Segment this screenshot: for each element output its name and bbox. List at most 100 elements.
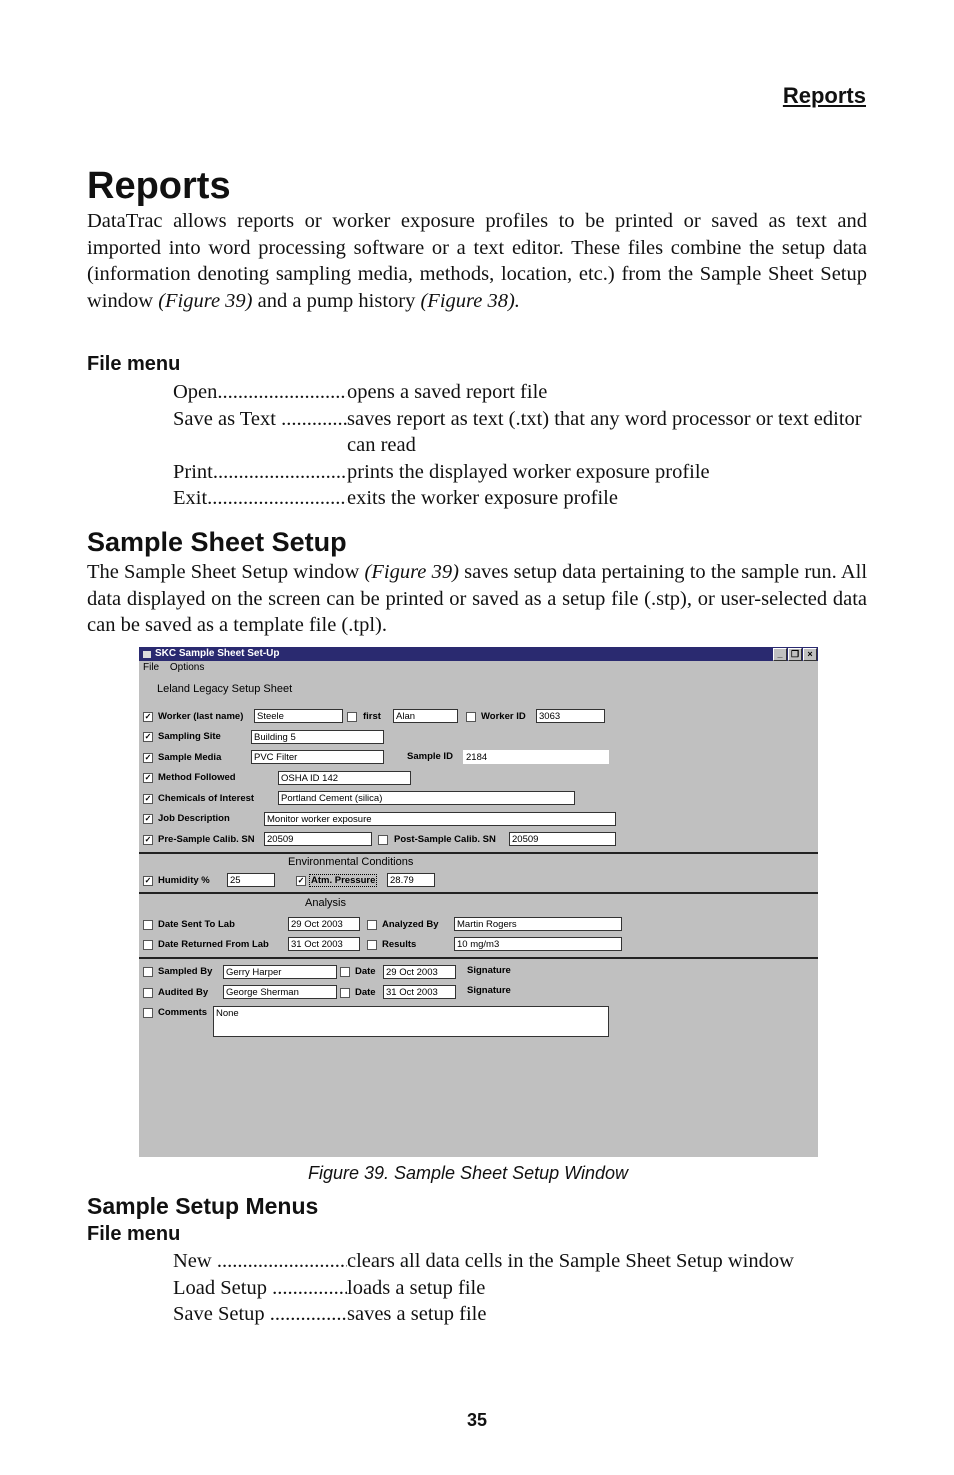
sampling-site-checkbox[interactable]: ✓ bbox=[143, 732, 153, 742]
sample-media-field[interactable]: PVC Filter bbox=[251, 750, 384, 764]
date2-checkbox[interactable] bbox=[340, 988, 350, 998]
method-field[interactable]: OSHA ID 142 bbox=[278, 771, 411, 785]
date2-field[interactable]: 31 Oct 2003 bbox=[383, 985, 456, 999]
chemicals-field[interactable]: Portland Cement (silica) bbox=[278, 791, 575, 805]
figure-ref: (Figure 39) bbox=[158, 289, 253, 312]
chemicals-label: Chemicals of Interest bbox=[158, 793, 255, 804]
date-returned-label: Date Returned From Lab bbox=[158, 939, 269, 950]
menu-item-load-setup: Load Setup loads a setup file bbox=[173, 1275, 887, 1302]
analysis-heading: Analysis bbox=[305, 897, 346, 909]
date2-label: Date bbox=[355, 987, 376, 998]
sheet-title: Leland Legacy Setup Sheet bbox=[157, 683, 293, 695]
results-label: Results bbox=[382, 939, 417, 950]
divider bbox=[139, 957, 818, 959]
post-calib-checkbox[interactable] bbox=[378, 835, 388, 845]
sample-id-label: Sample ID bbox=[407, 751, 453, 762]
setup-file-menu-list: New clears all data cells in the Sample … bbox=[173, 1248, 887, 1328]
job-label: Job Description bbox=[158, 813, 230, 824]
job-field[interactable]: Monitor worker exposure bbox=[264, 812, 616, 826]
first-label: first bbox=[363, 711, 381, 722]
sampling-site-field[interactable]: Building 5 bbox=[251, 730, 384, 744]
worker-id-checkbox[interactable] bbox=[466, 712, 476, 722]
first-field[interactable]: Alan bbox=[393, 709, 458, 723]
section-heading-sample-sheet: Sample Sheet Setup bbox=[87, 527, 347, 557]
results-checkbox[interactable] bbox=[367, 940, 377, 950]
environmental-heading: Environmental Conditions bbox=[288, 856, 414, 868]
date-returned-checkbox[interactable] bbox=[143, 940, 153, 950]
chemicals-checkbox[interactable]: ✓ bbox=[143, 794, 153, 804]
pre-calib-label: Pre-Sample Calib. SN bbox=[158, 834, 255, 845]
section-heading-setup-menus: Sample Setup Menus bbox=[87, 1193, 319, 1219]
restore-button[interactable]: ❐ bbox=[788, 648, 802, 661]
divider bbox=[139, 892, 818, 894]
sample-media-checkbox[interactable]: ✓ bbox=[143, 753, 153, 763]
humidity-checkbox[interactable]: ✓ bbox=[143, 876, 153, 886]
sampled-by-label: Sampled By bbox=[158, 966, 213, 977]
menu-item-exit: Exitexits the worker exposure profile bbox=[173, 485, 867, 512]
analyzed-by-field[interactable]: Martin Rogers bbox=[454, 917, 622, 931]
menu-item-open: Openopens a saved report file bbox=[173, 379, 867, 406]
audited-by-checkbox[interactable] bbox=[143, 988, 153, 998]
sample-sheet-window: SKC Sample Sheet Set-Up _ ❐ × File Optio… bbox=[139, 647, 818, 1157]
comments-label: Comments bbox=[158, 1007, 208, 1018]
menu-item-print: Printprints the displayed worker exposur… bbox=[173, 459, 867, 486]
date1-field[interactable]: 29 Oct 2003 bbox=[383, 965, 456, 979]
setup-file-menu-heading: File menu bbox=[87, 1223, 181, 1245]
worker-id-label: Worker ID bbox=[481, 711, 526, 722]
intro-paragraph: DataTrac allows reports or worker exposu… bbox=[87, 208, 867, 314]
close-button[interactable]: × bbox=[803, 648, 817, 661]
humidity-field[interactable]: 25 bbox=[227, 873, 275, 887]
date-sent-label: Date Sent To Lab bbox=[158, 919, 235, 930]
page-number: 35 bbox=[466, 1410, 488, 1430]
sample-id-field[interactable]: 2184 bbox=[463, 750, 609, 764]
divider bbox=[139, 852, 818, 854]
date-sent-checkbox[interactable] bbox=[143, 920, 153, 930]
results-field[interactable]: 10 mg/m3 bbox=[454, 937, 622, 951]
worker-id-field[interactable]: 3063 bbox=[536, 709, 605, 723]
date-sent-field[interactable]: 29 Oct 2003 bbox=[288, 917, 360, 931]
worker-last-checkbox[interactable]: ✓ bbox=[143, 712, 153, 722]
date-returned-field[interactable]: 31 Oct 2003 bbox=[288, 937, 360, 951]
window-title: SKC Sample Sheet Set-Up bbox=[155, 648, 280, 659]
pre-calib-checkbox[interactable]: ✓ bbox=[143, 835, 153, 845]
analyzed-by-label: Analyzed By bbox=[382, 919, 439, 930]
menu-options[interactable]: Options bbox=[170, 662, 204, 673]
minimize-button[interactable]: _ bbox=[773, 648, 787, 661]
menu-item-save-as-text: Save as Text saves report as text (.txt)… bbox=[173, 406, 867, 459]
pre-calib-field[interactable]: 20509 bbox=[264, 832, 372, 846]
pressure-checkbox[interactable]: ✓ bbox=[296, 876, 306, 886]
app-icon bbox=[143, 650, 151, 658]
pressure-field[interactable]: 28.79 bbox=[387, 873, 435, 887]
page-title: Reports bbox=[87, 165, 231, 207]
worker-last-field[interactable]: Steele bbox=[254, 709, 343, 723]
comments-field[interactable]: None bbox=[213, 1006, 609, 1037]
method-label: Method Followed bbox=[158, 772, 236, 783]
post-calib-label: Post-Sample Calib. SN bbox=[394, 834, 496, 845]
comments-checkbox[interactable] bbox=[143, 1008, 153, 1018]
audited-by-field[interactable]: George Sherman bbox=[223, 985, 337, 999]
file-menu-list: Openopens a saved report file Save as Te… bbox=[173, 379, 867, 512]
pressure-label: Atm. Pressure bbox=[309, 874, 378, 887]
date1-label: Date bbox=[355, 966, 376, 977]
sampled-by-field[interactable]: Gerry Harper bbox=[223, 965, 337, 979]
figure-ref: (Figure 38). bbox=[420, 289, 520, 312]
date1-checkbox[interactable] bbox=[340, 967, 350, 977]
file-menu-heading: File menu bbox=[87, 353, 181, 375]
intro-text: and a pump history bbox=[252, 289, 421, 312]
signature2-label: Signature bbox=[467, 985, 511, 996]
sample-sheet-paragraph: The Sample Sheet Setup window (Figure 39… bbox=[87, 559, 867, 639]
job-checkbox[interactable]: ✓ bbox=[143, 814, 153, 824]
humidity-label: Humidity % bbox=[158, 875, 210, 886]
sample-media-label: Sample Media bbox=[158, 752, 222, 763]
page-header: Reports bbox=[782, 83, 866, 108]
method-checkbox[interactable]: ✓ bbox=[143, 773, 153, 783]
post-calib-field[interactable]: 20509 bbox=[509, 832, 616, 846]
figure-caption: Figure 39. Sample Sheet Setup Window bbox=[307, 1163, 629, 1183]
sampled-by-checkbox[interactable] bbox=[143, 967, 153, 977]
menu-file[interactable]: File bbox=[143, 662, 159, 673]
analyzed-by-checkbox[interactable] bbox=[367, 920, 377, 930]
audited-by-label: Audited By bbox=[158, 987, 209, 998]
menu-item-save-setup: Save Setup saves a setup file bbox=[173, 1301, 887, 1328]
figure-ref: (Figure 39) bbox=[364, 561, 459, 583]
first-checkbox[interactable] bbox=[347, 712, 357, 722]
